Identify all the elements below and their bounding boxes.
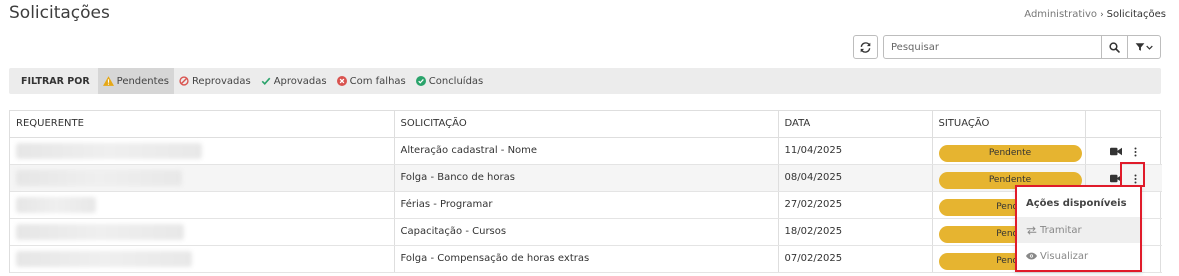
date-cell: 11/04/2025 — [778, 137, 933, 165]
breadcrumb-current: Solicitações — [1106, 9, 1166, 20]
breadcrumb-separator: › — [1100, 10, 1104, 20]
search-icon — [1109, 41, 1120, 53]
transfer-icon — [1026, 225, 1037, 235]
column-header-actions — [1085, 111, 1162, 138]
request-type-cell: Folga - Compensação de horas extras — [394, 245, 779, 273]
filter-label-concluidas: Concluídas — [428, 75, 484, 87]
refresh-icon — [860, 41, 871, 53]
search-box — [883, 35, 1161, 59]
filter-label-pendentes: Pendentes — [116, 75, 169, 87]
filter-concluidas[interactable]: Concluídas — [411, 68, 489, 94]
column-header-solicitacao[interactable]: SOLICITAÇÃO — [394, 111, 779, 138]
requester-cell — [10, 164, 395, 192]
actions-dropdown-header: Ações disponíveis — [1026, 198, 1127, 209]
check-circle-icon — [415, 76, 426, 86]
more-actions-highlight — [1120, 162, 1145, 187]
requester-cell — [10, 218, 395, 246]
requester-cell — [10, 191, 395, 219]
check-icon — [261, 76, 271, 86]
request-type-cell: Folga - Banco de horas — [394, 164, 779, 192]
redacted-requester — [16, 223, 184, 240]
video-camera-icon[interactable] — [1109, 147, 1122, 156]
redacted-requester — [16, 142, 202, 159]
action-tramitar[interactable]: Tramitar — [1017, 217, 1140, 243]
filter-aprovadas[interactable]: Aprovadas — [256, 68, 332, 94]
status-cell: Pendente — [932, 137, 1086, 165]
request-type-cell: Alteração cadastral - Nome — [394, 137, 779, 165]
search-input[interactable] — [884, 36, 1101, 58]
date-cell: 18/02/2025 — [778, 218, 933, 246]
date-cell: 08/04/2025 — [778, 164, 933, 192]
refresh-button[interactable] — [853, 35, 878, 59]
requester-cell — [10, 245, 395, 273]
filter-pendentes[interactable]: Pendentes — [97, 68, 174, 94]
more-actions-button[interactable] — [1129, 144, 1143, 160]
table-row[interactable]: Férias - Programar 27/02/2025 Pende — [10, 191, 1162, 219]
error-icon — [336, 76, 347, 86]
column-header-situacao[interactable]: SITUAÇÃO — [932, 111, 1086, 138]
filter-icon — [1135, 43, 1145, 51]
forbidden-icon — [179, 76, 189, 86]
requests-table: REQUERENTE SOLICITAÇÃO DATA SITUAÇÃO Alt… — [9, 110, 1162, 273]
request-type-cell: Capacitação - Cursos — [394, 218, 779, 246]
chevron-down-icon — [1146, 45, 1153, 50]
warning-icon — [102, 76, 114, 86]
filter-label-aprovadas: Aprovadas — [273, 75, 327, 87]
action-tramitar-label: Tramitar — [1040, 224, 1082, 236]
kebab-icon — [1134, 147, 1137, 156]
redacted-requester — [16, 169, 182, 186]
filter-com-falhas[interactable]: Com falhas — [332, 68, 411, 94]
table-row[interactable]: Folga - Banco de horas 08/04/2025 Penden… — [10, 164, 1162, 192]
page-title: Solicitações — [9, 3, 110, 23]
actions-dropdown: Ações disponíveis Tramitar Visualizar — [1015, 185, 1142, 272]
actions-cell — [1085, 137, 1162, 165]
search-button[interactable] — [1101, 36, 1127, 58]
table-row[interactable]: Alteração cadastral - Nome 11/04/2025 Pe… — [10, 137, 1162, 165]
column-header-requerente[interactable]: REQUERENTE — [10, 111, 395, 138]
table-row[interactable]: Capacitação - Cursos 18/02/2025 Pende — [10, 218, 1162, 246]
redacted-requester — [16, 196, 96, 213]
request-type-cell: Férias - Programar — [394, 191, 779, 219]
requester-cell — [10, 137, 395, 165]
column-header-data[interactable]: DATA — [778, 111, 933, 138]
breadcrumb: Administrativo › Solicitações — [1024, 9, 1166, 20]
filter-label: FILTRAR POR — [21, 75, 90, 87]
breadcrumb-parent[interactable]: Administrativo — [1024, 9, 1097, 20]
filter-button[interactable] — [1127, 36, 1160, 58]
action-visualizar-label: Visualizar — [1040, 250, 1089, 262]
filter-reprovadas[interactable]: Reprovadas — [174, 68, 256, 94]
date-cell: 07/02/2025 — [778, 245, 933, 273]
date-cell: 27/02/2025 — [778, 191, 933, 219]
table-header-row: REQUERENTE SOLICITAÇÃO DATA SITUAÇÃO — [10, 111, 1162, 138]
table-row[interactable]: Folga - Compensação de horas extras 07/0… — [10, 245, 1162, 273]
redacted-requester — [16, 250, 192, 267]
eye-icon — [1026, 252, 1037, 260]
filter-label-reprovadas: Reprovadas — [191, 75, 251, 87]
filter-bar: FILTRAR POR Pendentes Reprovadas Aprovad… — [9, 68, 1161, 94]
filter-label-com-falhas: Com falhas — [349, 75, 406, 87]
action-visualizar[interactable]: Visualizar — [1017, 243, 1140, 269]
status-badge: Pendente — [938, 144, 1082, 162]
